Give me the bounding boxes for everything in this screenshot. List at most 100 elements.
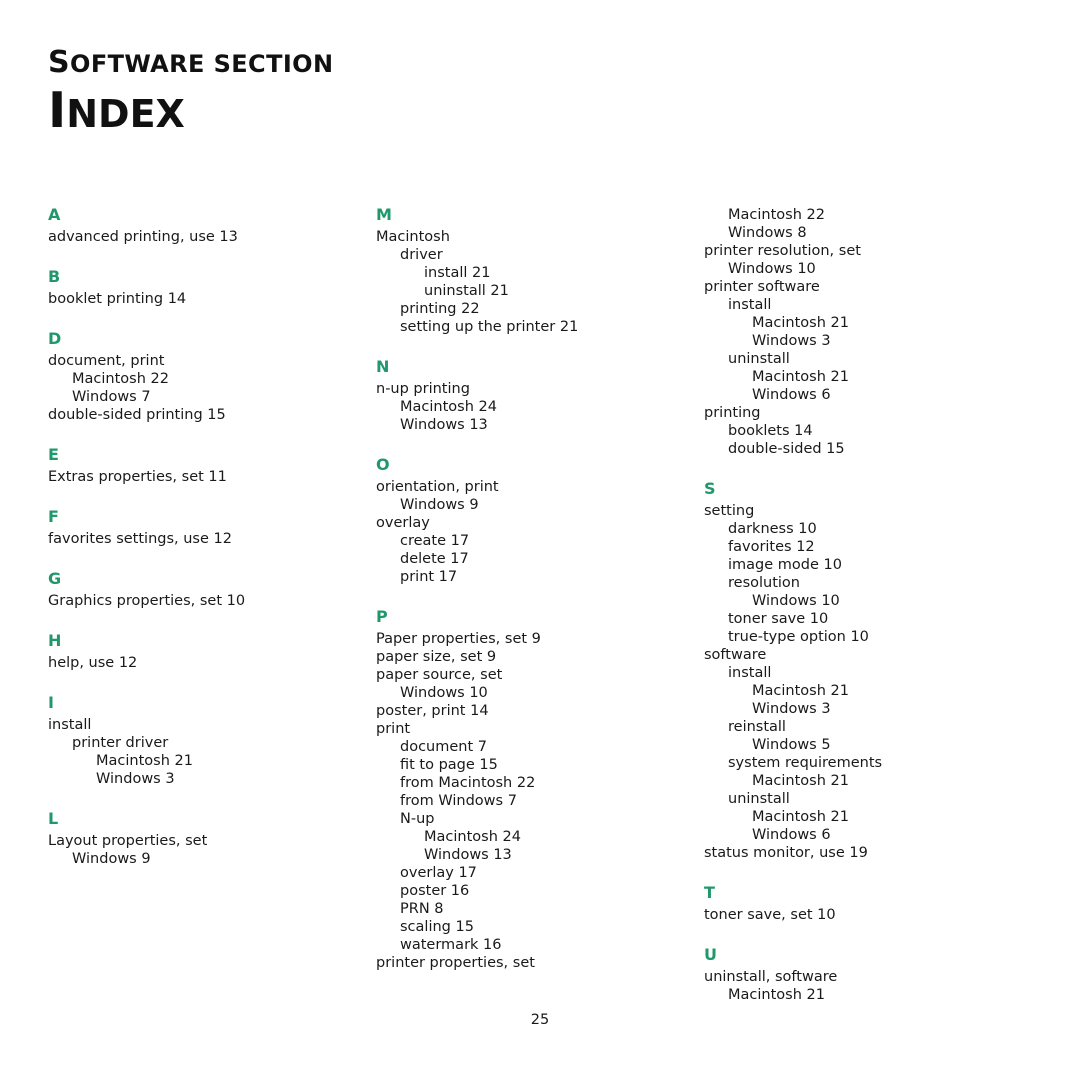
index-section-b: Bbooklet printing 14 xyxy=(48,268,376,308)
index-entry: setting up the printer 21 xyxy=(400,319,579,335)
index-section-e: E Extras properties, set 11 xyxy=(48,446,376,486)
index-section-o: Oorientation, print Windows 9 overlay creat… xyxy=(376,456,704,586)
index-entry: printing 22 xyxy=(400,301,480,317)
letter-heading-o: O xyxy=(376,455,390,474)
index-entry: Paper properties, set 9 xyxy=(376,631,541,647)
index-entry: n-up printing xyxy=(376,381,470,397)
page-title-rest: NDEX xyxy=(66,92,185,136)
index-entry: from Macintosh 22 xyxy=(400,775,536,791)
index-entry: Windows 7 xyxy=(72,389,151,405)
section-kicker-rest: OFTWARE SECTION xyxy=(70,50,334,78)
index-entry: Windows 5 xyxy=(752,737,831,753)
index-entry: Macintosh 21 xyxy=(752,773,849,789)
index-entry: help, use 12 xyxy=(48,655,138,671)
index-entry: Windows 6 xyxy=(752,827,831,843)
index-entry: booklets 14 xyxy=(728,423,813,439)
index-entry: favorites 12 xyxy=(728,539,815,555)
index-entry: Macintosh 21 xyxy=(752,369,849,385)
index-entry: advanced printing, use 13 xyxy=(48,229,238,245)
index-section-a: Aadvanced printing, use 13 xyxy=(48,206,376,246)
index-entry: orientation, print xyxy=(376,479,499,495)
index-section-i: Iinstall printer driver Macintosh 21 Window… xyxy=(48,694,376,788)
index-entry: reinstall xyxy=(728,719,786,735)
letter-heading-e: E xyxy=(48,445,59,464)
index-entry: create 17 xyxy=(400,533,470,549)
letter-heading-n: N xyxy=(376,357,390,376)
index-entry: overlay 17 xyxy=(400,865,477,881)
index-entry: print xyxy=(376,721,411,737)
index-entry: install 21 xyxy=(424,265,491,281)
index-entry: Windows 9 xyxy=(400,497,479,513)
section-kicker-initial: S xyxy=(48,45,71,80)
index-entry: Macintosh 24 xyxy=(424,829,521,845)
index-entry: Graphics properties, set 10 xyxy=(48,593,246,609)
letter-heading-t: T xyxy=(704,883,715,902)
index-section-n: Nn-up printing Macintosh 24 Windows 13 xyxy=(376,358,704,434)
index-entry: printer resolution, set xyxy=(704,243,861,259)
letter-heading-i: I xyxy=(48,693,54,712)
index-entry: document, print xyxy=(48,353,165,369)
index-entry: true-type option 10 xyxy=(728,629,869,645)
index-entry: Windows 13 xyxy=(424,847,512,863)
index-section-f: Ffavorites settings, use 12 xyxy=(48,508,376,548)
index-entry: Windows 6 xyxy=(752,387,831,403)
index-entry: Extras properties, set 11 xyxy=(48,469,227,485)
page-title: INDEX xyxy=(48,86,948,135)
letter-heading-b: B xyxy=(48,267,61,286)
index-entry: install xyxy=(48,717,92,733)
letter-heading-s: S xyxy=(704,479,716,498)
index-section-h: Hhelp, use 12 xyxy=(48,632,376,672)
index-entry: setting xyxy=(704,503,755,519)
index-section-u: Uuninstall, software Macintosh 21 xyxy=(704,946,1032,1004)
index-section-l: L Layout properties, set Windows 9 xyxy=(48,810,376,868)
letter-heading-h: H xyxy=(48,631,62,650)
index-entry: fit to page 15 xyxy=(400,757,498,773)
index-entry: software xyxy=(704,647,767,663)
index-entry: Windows 8 xyxy=(728,225,807,241)
index-entry: resolution xyxy=(728,575,800,591)
letter-heading-u: U xyxy=(704,945,717,964)
index-section-d: Ddocument, print Macintosh 22 Windows 7 dou… xyxy=(48,330,376,424)
index-entry: Windows 10 xyxy=(752,593,840,609)
index-section-p: P Paper properties, set 9 paper size, set … xyxy=(376,608,704,972)
index-entry: uninstall 21 xyxy=(424,283,509,299)
index-entry: printing xyxy=(704,405,761,421)
index-page: SOFTWARE SECTION INDEX Aadvanced printin… xyxy=(0,0,1080,1080)
index-entry: system requirements xyxy=(728,755,883,771)
index-entry: print 17 xyxy=(400,569,458,585)
index-continuation-block: Macintosh 22 Windows 8 printer resolution,… xyxy=(704,206,1032,458)
index-entry: uninstall xyxy=(728,351,790,367)
index-section-s: Ssetting darkness 10 favorites 12 image mod… xyxy=(704,480,1032,862)
index-entry: delete 17 xyxy=(400,551,469,567)
index-entry: Windows 3 xyxy=(752,333,831,349)
page-header: SOFTWARE SECTION INDEX xyxy=(48,45,948,136)
index-entry: install xyxy=(728,297,772,313)
index-entry: Windows 3 xyxy=(752,701,831,717)
index-entry: driver xyxy=(400,247,443,263)
index-columns: Aadvanced printing, use 13 Bbooklet print… xyxy=(48,206,1032,1004)
index-entry: paper source, set xyxy=(376,667,503,683)
index-section-m: M Macintosh driver install 21 uninstall 21 pr… xyxy=(376,206,704,336)
column-3: Macintosh 22 Windows 8 printer resolution,… xyxy=(704,206,1032,1004)
index-entry: Windows 10 xyxy=(400,685,488,701)
index-entry: PRN 8 xyxy=(400,901,444,917)
index-entry: Macintosh 21 xyxy=(752,315,849,331)
index-entry: paper size, set 9 xyxy=(376,649,497,665)
index-entry: Macintosh 21 xyxy=(752,683,849,699)
letter-heading-l: L xyxy=(48,809,59,828)
index-entry: poster, print 14 xyxy=(376,703,489,719)
index-entry: printer software xyxy=(704,279,820,295)
index-entry: Macintosh 21 xyxy=(752,809,849,825)
index-entry: image mode 10 xyxy=(728,557,842,573)
letter-heading-a: A xyxy=(48,205,61,224)
index-entry: poster 16 xyxy=(400,883,470,899)
letter-heading-d: D xyxy=(48,329,62,348)
index-entry: favorites settings, use 12 xyxy=(48,531,232,547)
index-entry: uninstall, software xyxy=(704,969,838,985)
index-entry: Macintosh 21 xyxy=(728,987,825,1003)
index-entry: toner save, set 10 xyxy=(704,907,836,923)
index-entry: Macintosh 22 xyxy=(72,371,169,387)
letter-heading-g: G xyxy=(48,569,62,588)
index-section-g: G Graphics properties, set 10 xyxy=(48,570,376,610)
index-entry: Windows 10 xyxy=(728,261,816,277)
